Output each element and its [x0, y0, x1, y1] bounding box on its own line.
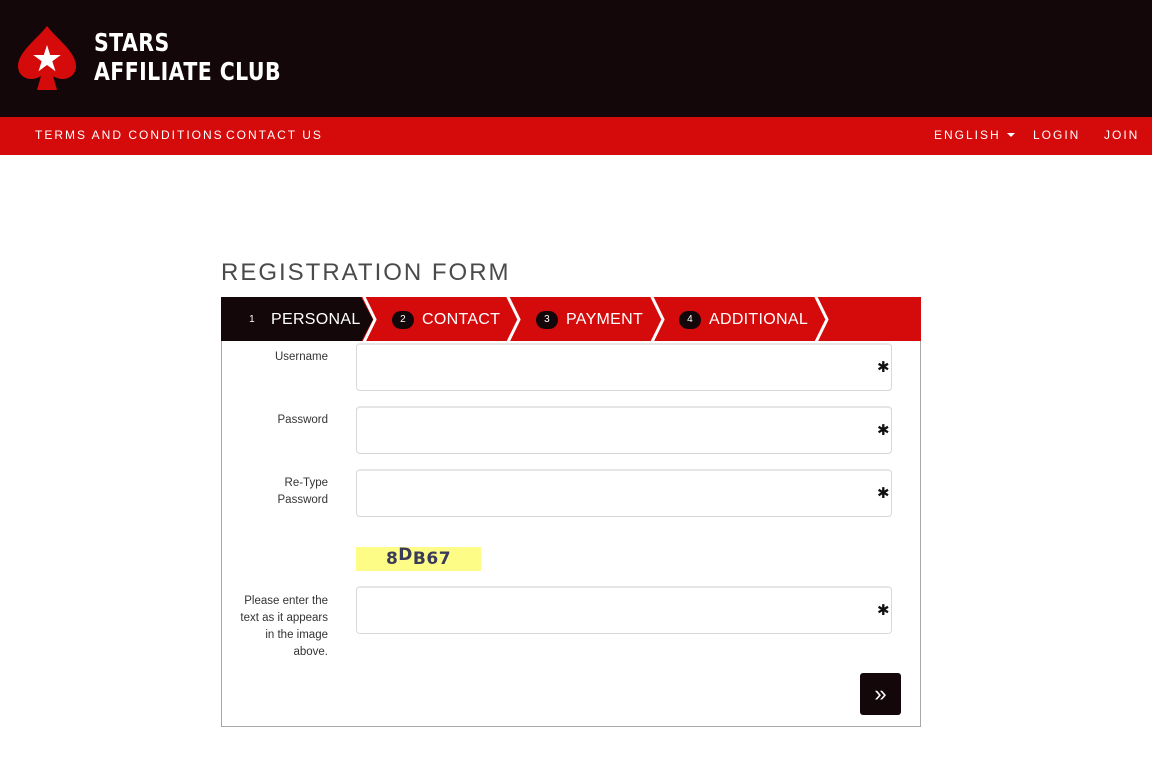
brand-wordmark: STARS AFFILIATE CLUB [94, 28, 281, 86]
retype-password-input[interactable] [356, 469, 892, 517]
step-label: PAYMENT [566, 310, 644, 328]
registration-steps: 1 PERSONAL 2 CONTACT 3 PAYMENT 4 ADDITIO… [221, 297, 921, 342]
retype-password-label: Re-Type Password [277, 477, 329, 506]
captcha-chars: B67 [412, 549, 452, 569]
password-input[interactable] [356, 406, 892, 454]
required-asterisk-icon: ✱ [877, 359, 890, 376]
captcha-input[interactable] [356, 586, 892, 634]
step-personal[interactable]: 1 PERSONAL [241, 297, 361, 342]
spade-star-icon [18, 26, 76, 90]
language-label: ENGLISH [934, 128, 1001, 142]
brand-line-1: STARS [94, 28, 170, 57]
step-number: 3 [536, 310, 558, 329]
step-payment[interactable]: 3 PAYMENT [536, 297, 643, 342]
next-step-button[interactable]: » [860, 673, 901, 715]
step-number: 4 [679, 310, 701, 329]
step-label: ADDITIONAL [709, 310, 809, 328]
nav-login[interactable]: LOGIN [1033, 117, 1080, 155]
main-nav: TERMS AND CONDITIONS CONTACT US ENGLISH … [0, 117, 1152, 155]
nav-contact-us[interactable]: CONTACT US [226, 117, 323, 155]
step-number: 1 [241, 310, 263, 329]
page-title: REGISTRATION FORM [221, 259, 511, 286]
username-input[interactable] [356, 343, 892, 391]
double-chevron-right-icon: » [874, 681, 887, 706]
site-header: STARS AFFILIATE CLUB [0, 0, 1152, 117]
step-label: CONTACT [422, 310, 501, 328]
caret-down-icon [1006, 132, 1015, 137]
username-label: Username [274, 351, 328, 363]
required-asterisk-icon: ✱ [877, 602, 890, 619]
captcha-label: Please enter the text as it appears in t… [240, 595, 328, 658]
stars-affiliate-club-logo[interactable]: STARS AFFILIATE CLUB [16, 24, 281, 94]
captcha-image: 8DB67 [356, 545, 481, 571]
brand-line-2: AFFILIATE CLUB [94, 57, 281, 86]
nav-terms-and-conditions[interactable]: TERMS AND CONDITIONS [35, 117, 224, 155]
captcha-char: D [398, 545, 413, 565]
step-number: 2 [392, 310, 414, 329]
registration-form: Username ✱ Password ✱ Re-Type Password ✱… [221, 341, 921, 727]
password-label: Password [277, 414, 329, 426]
step-label: PERSONAL [271, 310, 361, 328]
required-asterisk-icon: ✱ [877, 422, 890, 439]
language-dropdown[interactable]: ENGLISH [934, 117, 1015, 155]
step-contact[interactable]: 2 CONTACT [392, 297, 500, 342]
nav-join[interactable]: JOIN [1104, 117, 1139, 155]
required-asterisk-icon: ✱ [877, 485, 890, 502]
captcha-char: 8 [385, 549, 399, 569]
step-additional[interactable]: 4 ADDITIONAL [679, 297, 808, 342]
